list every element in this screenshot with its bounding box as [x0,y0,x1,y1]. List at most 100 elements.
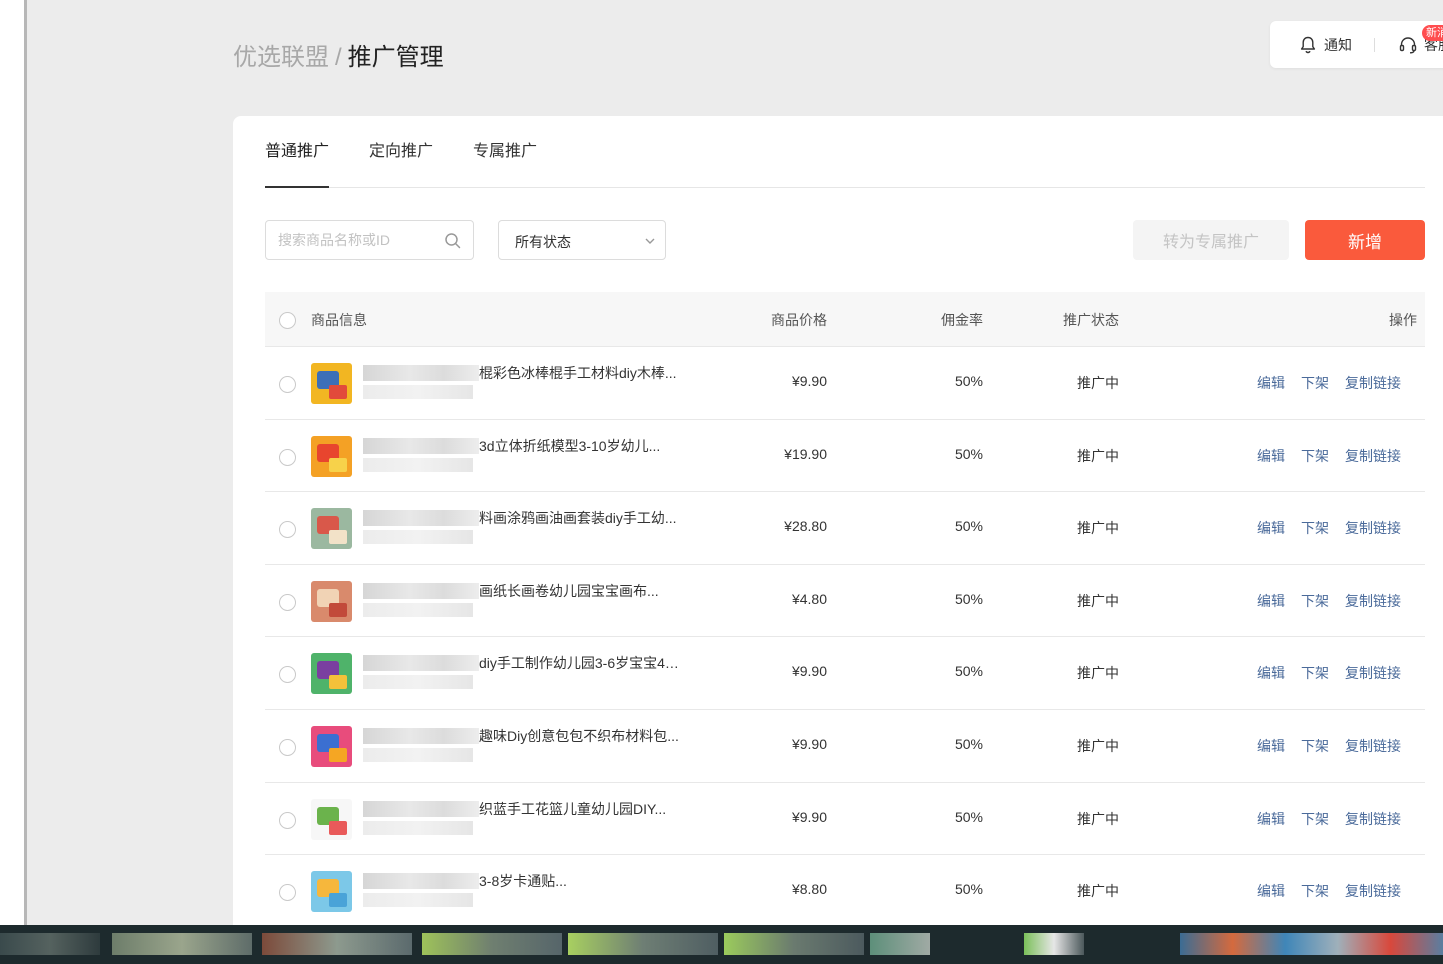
notify-button[interactable]: 通知 [1298,33,1352,57]
commission-rate: 50% [954,663,983,680]
row-select-radio[interactable] [279,448,296,466]
breadcrumb-parent[interactable]: 优选联盟 [233,44,329,71]
promotion-status: 推广中 [1077,665,1119,682]
taskbar [0,925,1443,964]
active-tab-indicator [265,186,329,188]
taskbar-item[interactable] [262,933,412,955]
product-price: ¥19.90 [784,445,827,462]
product-thumbnail[interactable] [311,508,352,550]
tab-targeted-promotion[interactable]: 定向推广 [369,141,433,163]
copy-link[interactable]: 复制链接 [1345,736,1401,756]
thumbnail-fill [329,602,347,617]
search-input[interactable] [278,230,438,250]
copy-link[interactable]: 复制链接 [1345,881,1401,901]
status-select[interactable]: 所有状态 [498,220,666,260]
taskbar-item[interactable] [0,933,100,955]
product-thumbnail[interactable] [311,871,352,913]
take-offline-link[interactable]: 下架 [1301,881,1329,901]
redacted-text [363,457,473,472]
commission-rate: 50% [954,808,983,825]
edit-link[interactable]: 编辑 [1257,881,1285,901]
take-offline-link[interactable]: 下架 [1301,809,1329,829]
row-select-radio[interactable] [279,811,296,829]
take-offline-link[interactable]: 下架 [1301,591,1329,611]
commission-rate: 50% [954,881,983,898]
header-actions: 操作 [1389,312,1417,328]
edit-link[interactable]: 编辑 [1257,446,1285,466]
commission-rate: 50% [954,373,983,389]
edit-link[interactable]: 编辑 [1257,809,1285,829]
table-header: 商品信息 商品价格 佣金率 推广状态 操作 [265,292,1425,347]
row-select-radio[interactable] [279,884,296,902]
left-panel-edge [0,0,24,964]
row-select-radio[interactable] [279,593,296,611]
take-offline-link[interactable]: 下架 [1301,736,1329,756]
thumbnail-fill [329,675,347,690]
row-select-radio[interactable] [279,521,296,539]
system-tray[interactable] [1180,933,1443,955]
product-price: ¥28.80 [784,518,827,535]
row-select-radio[interactable] [279,666,296,684]
row-select-radio[interactable] [279,738,296,756]
take-offline-link[interactable]: 下架 [1301,373,1329,393]
edit-link[interactable]: 编辑 [1257,373,1285,393]
search-box [265,220,474,260]
search-icon[interactable] [444,232,462,250]
redacted-text [363,385,473,399]
copy-link[interactable]: 复制链接 [1345,446,1401,466]
row-select-radio[interactable] [279,376,296,393]
taskbar-item[interactable] [112,933,252,955]
breadcrumb-separator: / [335,44,342,71]
edit-link[interactable]: 编辑 [1257,663,1285,683]
commission-rate: 50% [954,735,983,752]
product-thumbnail[interactable] [311,653,352,695]
product-price: ¥9.90 [791,373,827,389]
taskbar-item[interactable] [870,933,930,955]
promotion-status: 推广中 [1077,810,1119,827]
copy-link[interactable]: 复制链接 [1345,591,1401,611]
promotion-status: 推广中 [1077,737,1119,754]
chevron-down-icon [645,238,655,244]
thumbnail-fill [329,747,347,762]
take-offline-link[interactable]: 下架 [1301,518,1329,538]
redacted-text [363,727,479,744]
copy-link[interactable]: 复制链接 [1345,373,1401,393]
take-offline-link[interactable]: 下架 [1301,663,1329,683]
product-thumbnail[interactable] [311,725,352,767]
edit-link[interactable]: 编辑 [1257,518,1285,538]
promotion-status: 推广中 [1077,375,1119,391]
taskbar-item[interactable] [422,933,562,955]
tab-normal-promotion[interactable]: 普通推广 [265,141,329,163]
redacted-text [363,510,479,527]
convert-exclusive-button[interactable]: 转为专属推广 [1133,220,1289,260]
header-product: 商品信息 [311,312,367,328]
taskbar-item[interactable] [568,933,718,955]
copy-link[interactable]: 复制链接 [1345,809,1401,829]
redacted-text [363,893,473,908]
commission-rate: 50% [954,445,983,462]
taskbar-item[interactable] [724,933,864,955]
add-button[interactable]: 新增 [1305,220,1425,260]
headset-icon [1399,37,1417,54]
product-thumbnail[interactable] [311,798,352,840]
select-all-radio[interactable] [279,312,296,329]
product-thumbnail[interactable] [311,363,352,404]
edit-link[interactable]: 编辑 [1257,591,1285,611]
product-thumbnail[interactable] [311,435,352,477]
redacted-text [363,747,473,762]
status-select-value: 所有状态 [515,234,571,250]
take-offline-link[interactable]: 下架 [1301,446,1329,466]
new-message-badge: 新消息 [1422,25,1443,41]
copy-link[interactable]: 复制链接 [1345,518,1401,538]
taskbar-item[interactable] [1024,933,1084,955]
bell-icon [1300,36,1316,54]
tab-exclusive-promotion[interactable]: 专属推广 [473,141,537,163]
copy-link[interactable]: 复制链接 [1345,663,1401,683]
commission-rate: 50% [954,590,983,607]
product-info: 3d立体折纸模型3-10岁幼儿... [363,436,685,476]
edit-link[interactable]: 编辑 [1257,736,1285,756]
product-thumbnail[interactable] [311,580,352,622]
redacted-text [363,530,473,545]
product-info: 织蓝手工花篮儿童幼儿园DIY... [363,799,685,839]
promotion-status: 推广中 [1077,592,1119,609]
